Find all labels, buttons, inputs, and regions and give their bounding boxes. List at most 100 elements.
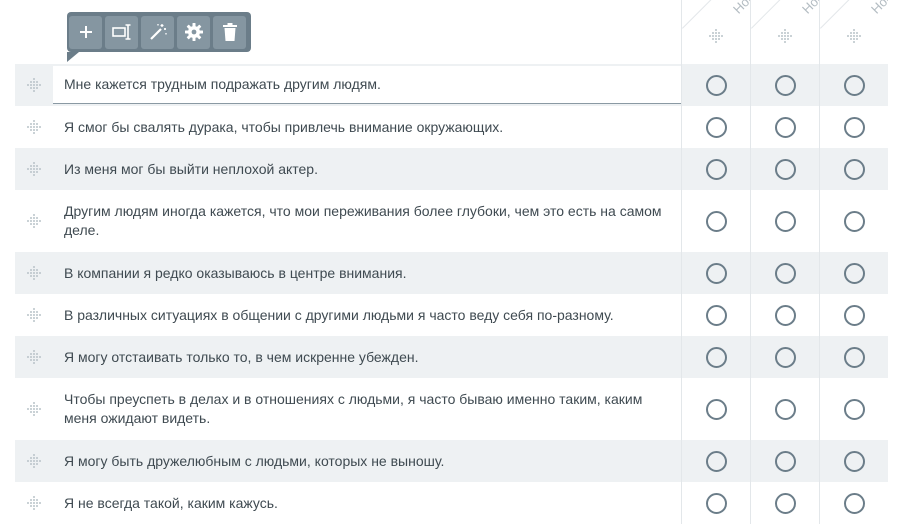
table-row: Я могу быть дружелюбным с людьми, которы… (15, 440, 888, 482)
rename-button[interactable] (105, 15, 138, 49)
radio-button[interactable] (774, 346, 796, 368)
question-text[interactable]: Чтобы преуспеть в делах и в отношениях с… (53, 390, 681, 428)
radio-button[interactable] (843, 74, 865, 96)
plus-icon (79, 26, 92, 38)
answer-cells (681, 148, 888, 190)
radio-button[interactable] (843, 398, 865, 420)
radio-button[interactable] (705, 262, 727, 284)
drag-handle-icon[interactable] (15, 453, 53, 469)
radio-button[interactable] (705, 450, 727, 472)
settings-button[interactable] (177, 15, 210, 49)
drag-handle-icon[interactable] (15, 77, 53, 93)
answer-cell (681, 378, 750, 440)
radio-button[interactable] (843, 304, 865, 326)
drag-handle-icon[interactable] (15, 119, 53, 135)
question-text[interactable]: Мне кажется трудным подражать другим люд… (53, 66, 681, 104)
drag-handle-icon[interactable] (15, 349, 53, 365)
radio-button[interactable] (774, 116, 796, 138)
table-row: Я смог бы свалять дурака, чтобы привлечь… (15, 106, 888, 148)
radio-button[interactable] (774, 210, 796, 232)
question-text[interactable]: Я смог бы свалять дурака, чтобы привлечь… (53, 118, 681, 137)
text-field-icon (111, 24, 130, 40)
question-text[interactable]: Я не всегда такой, каким кажусь. (53, 494, 681, 513)
column-label: Нов (868, 0, 888, 17)
radio-button[interactable] (774, 398, 796, 420)
radio-button[interactable] (843, 262, 865, 284)
drag-handle-icon[interactable] (777, 28, 793, 49)
radio-button[interactable] (705, 492, 727, 514)
radio-button[interactable] (774, 262, 796, 284)
answer-cells (681, 106, 888, 148)
radio-button[interactable] (843, 210, 865, 232)
answer-cell (819, 190, 888, 252)
radio-button[interactable] (705, 346, 727, 368)
answer-cells (681, 252, 888, 294)
answer-cells (681, 336, 888, 378)
answer-cell (681, 252, 750, 294)
answer-cell (681, 482, 750, 524)
question-text[interactable]: Я могу быть дружелюбным с людьми, которы… (53, 452, 681, 471)
answer-cell (750, 106, 819, 148)
table-row: Чтобы преуспеть в делах и в отношениях с… (15, 378, 888, 440)
question-text[interactable]: Я могу отстаивать только то, в чем искре… (53, 348, 681, 367)
answer-cell (681, 106, 750, 148)
add-button[interactable] (69, 15, 102, 49)
answer-cell (681, 148, 750, 190)
radio-button[interactable] (774, 158, 796, 180)
column-header-3[interactable]: Нов (819, 0, 888, 64)
column-label: Нов (799, 0, 819, 17)
magic-wand-icon (149, 24, 167, 40)
drag-handle-icon[interactable] (15, 265, 53, 281)
answer-cell (750, 64, 819, 106)
radio-button[interactable] (843, 450, 865, 472)
question-text[interactable]: В компании я редко оказываюсь в центре в… (53, 264, 681, 283)
question-text[interactable]: Из меня мог бы выйти неплохой актер. (53, 160, 681, 179)
answer-cell (819, 378, 888, 440)
radio-button[interactable] (774, 304, 796, 326)
drag-handle-icon[interactable] (846, 28, 862, 49)
table-row: Я могу отстаивать только то, в чем искре… (15, 336, 888, 378)
radio-button[interactable] (705, 210, 727, 232)
answer-cell (750, 252, 819, 294)
answer-cell (819, 106, 888, 148)
answer-cell (819, 336, 888, 378)
magic-button[interactable] (141, 15, 174, 49)
radio-button[interactable] (774, 492, 796, 514)
radio-button[interactable] (843, 346, 865, 368)
question-text[interactable]: Другим людям иногда кажется, что мои пер… (53, 202, 681, 240)
column-header-1[interactable]: Нов (681, 0, 750, 64)
column-header-2[interactable]: Нов (750, 0, 819, 64)
drag-handle-icon[interactable] (15, 401, 53, 417)
radio-button[interactable] (843, 116, 865, 138)
radio-button[interactable] (843, 158, 865, 180)
answer-cell (750, 482, 819, 524)
radio-button[interactable] (705, 304, 727, 326)
drag-handle-icon[interactable] (15, 161, 53, 177)
question-grid: Мне кажется трудным подражать другим люд… (15, 64, 888, 524)
drag-handle-icon[interactable] (15, 495, 53, 511)
table-row: В компании я редко оказываюсь в центре в… (15, 252, 888, 294)
radio-button[interactable] (774, 74, 796, 96)
radio-button[interactable] (705, 398, 727, 420)
answer-cell (750, 294, 819, 336)
drag-handle-icon[interactable] (15, 213, 53, 229)
answer-cell (681, 190, 750, 252)
answer-cells (681, 294, 888, 336)
answer-cell (819, 64, 888, 106)
drag-handle-icon[interactable] (15, 307, 53, 323)
radio-button[interactable] (843, 492, 865, 514)
table-row: Мне кажется трудным подражать другим люд… (15, 64, 888, 106)
answer-cell (681, 336, 750, 378)
answer-cells (681, 190, 888, 252)
radio-button[interactable] (705, 74, 727, 96)
delete-button[interactable] (213, 15, 246, 49)
radio-button[interactable] (705, 116, 727, 138)
answer-cell (819, 294, 888, 336)
radio-button[interactable] (705, 158, 727, 180)
question-text[interactable]: В различных ситуациях в общении с другим… (53, 306, 681, 325)
answer-cell (750, 440, 819, 482)
answer-cells (681, 440, 888, 482)
answer-cells (681, 378, 888, 440)
radio-button[interactable] (774, 450, 796, 472)
drag-handle-icon[interactable] (708, 28, 724, 49)
